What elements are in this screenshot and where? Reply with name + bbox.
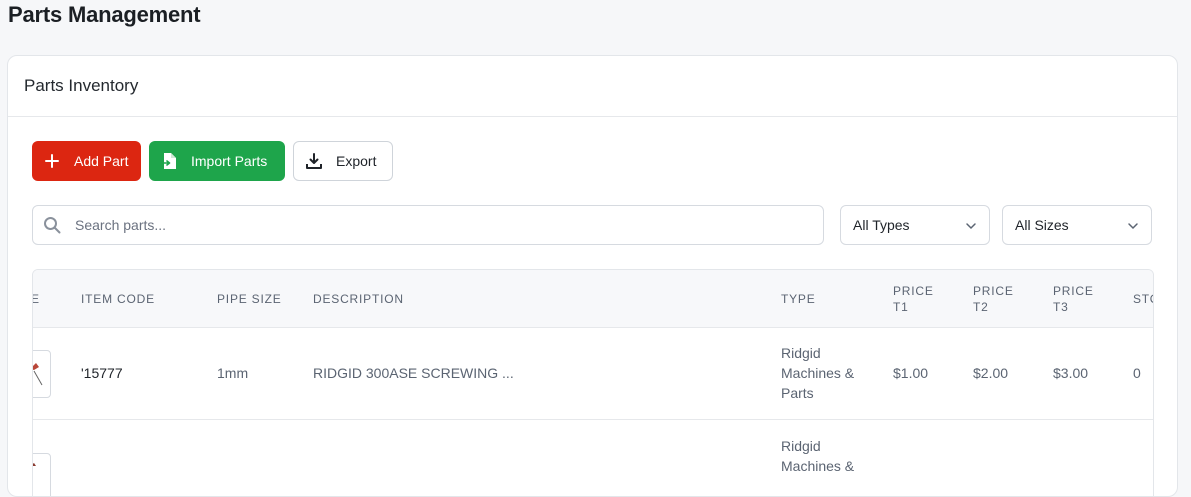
col-image-header[interactable]: E	[33, 291, 40, 307]
price-t1-cell: $1.00	[893, 365, 929, 381]
add-part-button[interactable]: Add Part	[32, 141, 141, 181]
col-price-t3-line2: T3	[1053, 300, 1069, 314]
search-icon	[43, 216, 61, 234]
description-cell: RIDGID 300ASE SCREWING ...	[313, 365, 514, 381]
size-filter-value: All Sizes	[1015, 217, 1069, 233]
table-row[interactable]: '15777 1mm RIDGID 300ASE SCREWING ... Ri…	[33, 327, 1153, 420]
col-price-t1-line2: T1	[893, 300, 909, 314]
size-filter-select[interactable]: All Sizes	[1002, 205, 1152, 245]
card-header: Parts Inventory	[8, 56, 1177, 117]
type-line-2: Machines &	[781, 365, 855, 381]
item-code-cell: '15777	[81, 365, 123, 381]
page-title: Parts Management	[8, 2, 201, 27]
col-price-t2-line2: T2	[973, 300, 989, 314]
export-button[interactable]: Export	[293, 141, 393, 181]
plus-icon	[44, 153, 60, 169]
col-price-t2-header[interactable]: PRICE T2	[973, 283, 1014, 315]
col-price-t1-header[interactable]: PRICE T1	[893, 283, 934, 315]
card-title: Parts Inventory	[24, 76, 139, 95]
chevron-down-icon	[965, 217, 977, 233]
type-filter-select[interactable]: All Types	[840, 205, 990, 245]
stock-cell: 0	[1133, 365, 1141, 381]
col-price-t3-header[interactable]: PRICE T3	[1053, 283, 1094, 315]
type-line-3: Parts	[781, 385, 814, 401]
type-line-1: Ridgid	[781, 345, 821, 361]
table-row[interactable]: Ridgid Machines &	[33, 420, 1153, 496]
col-stock-header[interactable]: STO	[1133, 291, 1153, 307]
part-thumbnail[interactable]	[33, 350, 51, 398]
toolbar: Add Part Import Parts Export	[32, 141, 393, 181]
col-pipe-size-header[interactable]: PIPE SIZE	[217, 291, 282, 307]
table-header: E ITEM CODE PIPE SIZE DESCRIPTION TYPE P…	[33, 270, 1153, 328]
part-thumbnail[interactable]	[33, 453, 51, 496]
search-box[interactable]	[32, 205, 824, 245]
type-filter-value: All Types	[853, 217, 910, 233]
import-parts-label: Import Parts	[191, 153, 268, 169]
parts-inventory-card: Parts Inventory Add Part Import Parts Ex…	[7, 55, 1178, 497]
type-cell: Ridgid Machines & Parts	[781, 343, 854, 403]
col-item-code-header[interactable]: ITEM CODE	[81, 291, 155, 307]
add-part-label: Add Part	[74, 153, 129, 169]
type-line-2: Machines &	[781, 458, 855, 474]
type-cell: Ridgid Machines &	[781, 436, 854, 476]
import-parts-button[interactable]: Import Parts	[149, 141, 285, 181]
col-price-t3-line1: PRICE	[1053, 284, 1094, 298]
price-t2-cell: $2.00	[973, 365, 1009, 381]
chevron-down-icon	[1127, 217, 1139, 233]
type-line-1: Ridgid	[781, 438, 821, 454]
download-icon	[306, 153, 322, 169]
parts-table: E ITEM CODE PIPE SIZE DESCRIPTION TYPE P…	[32, 269, 1154, 496]
col-description-header[interactable]: DESCRIPTION	[313, 291, 404, 307]
price-t3-cell: $3.00	[1053, 365, 1089, 381]
file-import-icon	[161, 153, 177, 169]
search-input[interactable]	[73, 216, 823, 234]
col-type-header[interactable]: TYPE	[781, 291, 816, 307]
col-price-t2-line1: PRICE	[973, 284, 1014, 298]
pipe-size-cell: 1mm	[217, 365, 249, 381]
export-label: Export	[336, 153, 377, 169]
col-price-t1-line1: PRICE	[893, 284, 934, 298]
